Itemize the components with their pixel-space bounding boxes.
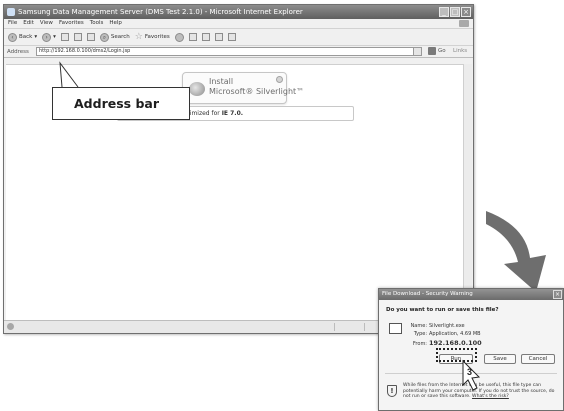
links-label[interactable]: Links	[453, 46, 467, 57]
type-label: Type:	[413, 331, 427, 337]
search-button[interactable]: ⌕ Search	[99, 32, 130, 42]
file-from-row: From: 192.168.0.100	[410, 339, 482, 347]
silverlight-icon	[189, 82, 205, 96]
risk-link[interactable]: What's the risk?	[472, 394, 509, 399]
forward-arrow-icon: ›	[42, 32, 52, 42]
stop-icon[interactable]	[60, 33, 69, 41]
close-button[interactable]: ×	[461, 7, 471, 17]
ie-titlebar: Samsung Data Management Server (DMS Test…	[4, 5, 473, 19]
dialog-close-button[interactable]: ×	[553, 290, 562, 299]
status-page-icon	[7, 323, 14, 330]
forward-dropdown-icon: ▾	[53, 34, 56, 40]
ie-app-icon	[7, 8, 15, 16]
window-controls: _ □ ×	[439, 7, 471, 17]
name-label: Name:	[410, 323, 427, 329]
menu-edit[interactable]: Edit	[23, 19, 34, 28]
save-button[interactable]: Save	[484, 354, 516, 364]
dialog-question: Do you want to run or save this file?	[386, 307, 499, 313]
back-label: Back	[19, 34, 33, 40]
go-arrow-icon	[428, 47, 436, 55]
back-arrow-icon: ‹	[8, 32, 17, 42]
dialog-title: File Download - Security Warning	[382, 291, 473, 297]
windows-flag-icon	[459, 20, 469, 27]
menu-file[interactable]: File	[8, 19, 17, 28]
mail-icon[interactable]	[188, 33, 197, 41]
ie-window: Samsung Data Management Server (DMS Test…	[3, 4, 474, 334]
dialog-titlebar: File Download - Security Warning ×	[379, 289, 563, 300]
cancel-button[interactable]: Cancel	[521, 354, 555, 364]
download-icon	[276, 76, 283, 83]
run-button-highlight	[436, 348, 477, 362]
browser-toolbar: ‹ Back ▾ › ▾ ⌕ Search ☆ Favorites	[4, 29, 473, 46]
refresh-icon[interactable]	[73, 33, 82, 41]
address-bar-callout: Address bar	[52, 87, 190, 120]
file-icon	[389, 323, 402, 334]
back-button[interactable]: ‹ Back ▾	[8, 32, 38, 42]
menu-view[interactable]: View	[40, 19, 53, 28]
silverlight-install-label: Install	[209, 77, 234, 86]
address-input[interactable]: http://192.168.0.100/dms2/Login.jsp	[36, 47, 422, 56]
history-icon[interactable]	[174, 32, 184, 42]
search-label: Search	[110, 34, 130, 40]
dialog-divider	[385, 373, 557, 374]
curved-arrow-icon	[486, 211, 546, 292]
favorites-label: Favorites	[144, 34, 170, 40]
address-url: http://192.168.0.100/dms2/Login.jsp	[39, 48, 131, 54]
name-value: Silverlight.exe	[429, 323, 465, 329]
address-bar: Address http://192.168.0.100/dms2/Login.…	[4, 46, 473, 58]
menu-help[interactable]: Help	[109, 19, 122, 28]
from-value: 192.168.0.100	[429, 339, 482, 347]
address-label: Address	[7, 48, 29, 55]
menu-tools[interactable]: Tools	[90, 19, 104, 28]
edit-icon[interactable]	[214, 33, 223, 41]
search-icon: ⌕	[99, 32, 109, 42]
callout-label: Address bar	[74, 96, 159, 111]
file-type-row: Type: Application, 4.69 MB	[410, 331, 481, 337]
print-icon[interactable]	[201, 33, 210, 41]
vertical-scrollbar[interactable]	[463, 64, 472, 320]
install-silverlight-button[interactable]: Install Microsoft® Silverlight™	[182, 72, 304, 104]
menu-favorites[interactable]: Favorites	[59, 19, 84, 28]
favorites-button[interactable]: ☆ Favorites	[135, 32, 170, 42]
file-name-row: Name: Silverlight.exe	[410, 323, 465, 329]
address-dropdown-icon[interactable]	[413, 48, 421, 55]
home-icon[interactable]	[86, 33, 95, 41]
status-divider	[364, 323, 365, 331]
go-button[interactable]: Go	[428, 47, 446, 55]
shield-warning-icon: !	[387, 385, 397, 397]
silverlight-product-label: Microsoft® Silverlight™	[209, 87, 305, 96]
back-dropdown-icon: ▾	[34, 34, 38, 40]
maximize-button[interactable]: □	[450, 7, 460, 17]
from-label: From:	[412, 341, 427, 347]
type-value: Application, 4.69 MB	[429, 331, 481, 337]
menu-bar: File Edit View Favorites Tools Help	[4, 19, 473, 29]
warning-text: While files from the Internet can be use…	[403, 383, 561, 400]
forward-button[interactable]: › ▾	[42, 32, 56, 42]
go-label: Go	[438, 48, 446, 54]
favorites-star-icon: ☆	[134, 32, 143, 42]
window-title: Samsung Data Management Server (DMS Test…	[18, 8, 303, 16]
minimize-button[interactable]: _	[439, 7, 449, 17]
messenger-icon[interactable]	[227, 33, 236, 41]
status-divider	[334, 323, 335, 331]
notice-browser-version: IE 7.0.	[221, 110, 244, 117]
